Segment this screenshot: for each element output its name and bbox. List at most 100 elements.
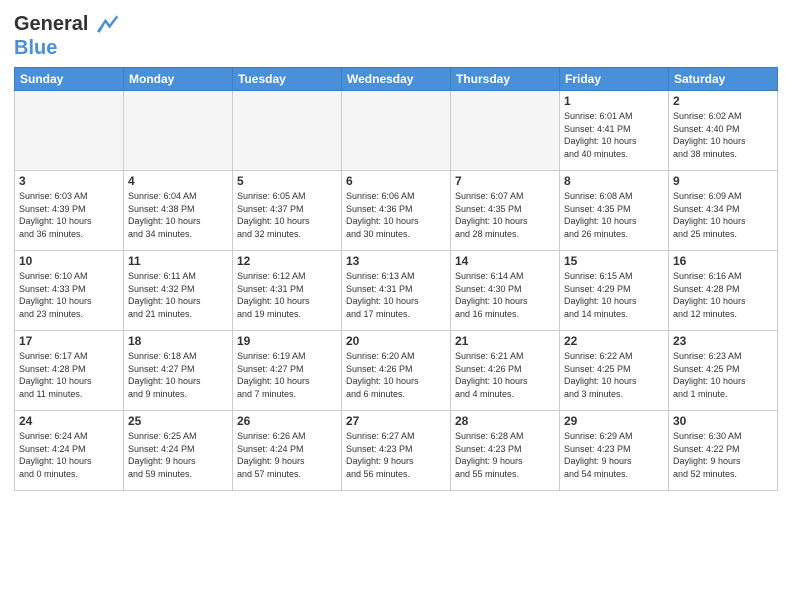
calendar-week-5: 24 Sunrise: 6:24 AM Sunset: 4:24 PM Dayli… (15, 411, 778, 491)
day-info: Sunrise: 6:19 AM Sunset: 4:27 PM Dayligh… (237, 350, 337, 400)
calendar-cell: 1 Sunrise: 6:01 AM Sunset: 4:41 PM Daylig… (560, 91, 669, 171)
day-info: Sunrise: 6:22 AM Sunset: 4:25 PM Dayligh… (564, 350, 664, 400)
calendar-cell: 9Sunrise: 6:09 AM Sunset: 4:34 PM Daylig… (669, 171, 778, 251)
calendar-cell: 24 Sunrise: 6:24 AM Sunset: 4:24 PM Dayli… (15, 411, 124, 491)
day-number: 15 (564, 254, 664, 268)
day-info: Sunrise: 6:20 AM Sunset: 4:26 PM Dayligh… (346, 350, 446, 400)
weekday-header-saturday: Saturday (669, 68, 778, 91)
calendar-table: SundayMondayTuesdayWednesdayThursdayFrid… (14, 67, 778, 491)
day-number: 30 (673, 414, 773, 428)
day-number: 3 (19, 174, 119, 188)
day-number: 13 (346, 254, 446, 268)
day-number: 25 (128, 414, 228, 428)
day-info: Sunrise: 6:16 AM Sunset: 4:28 PM Dayligh… (673, 270, 773, 320)
calendar-cell: 8 Sunrise: 6:08 AM Sunset: 4:35 PM Daylig… (560, 171, 669, 251)
calendar-cell (342, 91, 451, 171)
calendar-cell: 5 Sunrise: 6:05 AM Sunset: 4:37 PM Daylig… (233, 171, 342, 251)
weekday-header-friday: Friday (560, 68, 669, 91)
calendar-cell: 12 Sunrise: 6:12 AM Sunset: 4:31 PM Dayli… (233, 251, 342, 331)
day-info: Sunrise: 6:29 AM Sunset: 4:23 PM Dayligh… (564, 430, 664, 480)
calendar-cell (451, 91, 560, 171)
calendar-cell: 4 Sunrise: 6:04 AM Sunset: 4:38 PM Daylig… (124, 171, 233, 251)
calendar-cell: 13 Sunrise: 6:13 AM Sunset: 4:31 PM Dayli… (342, 251, 451, 331)
day-info: Sunrise: 6:06 AM Sunset: 4:36 PM Dayligh… (346, 190, 446, 240)
day-info: Sunrise: 6:05 AM Sunset: 4:37 PM Dayligh… (237, 190, 337, 240)
day-info: Sunrise: 6:17 AM Sunset: 4:28 PM Dayligh… (19, 350, 119, 400)
day-number: 1 (564, 94, 664, 108)
day-number: 24 (19, 414, 119, 428)
calendar-cell: 11Sunrise: 6:11 AM Sunset: 4:32 PM Dayli… (124, 251, 233, 331)
calendar-cell (233, 91, 342, 171)
calendar-cell: 16 Sunrise: 6:16 AM Sunset: 4:28 PM Dayli… (669, 251, 778, 331)
day-number: 6 (346, 174, 446, 188)
day-info: Sunrise: 6:10 AM Sunset: 4:33 PM Dayligh… (19, 270, 119, 320)
calendar-cell: 3 Sunrise: 6:03 AM Sunset: 4:39 PM Daylig… (15, 171, 124, 251)
day-number: 20 (346, 334, 446, 348)
day-info: Sunrise: 6:28 AM Sunset: 4:23 PM Dayligh… (455, 430, 555, 480)
day-number: 5 (237, 174, 337, 188)
calendar-cell: 10 Sunrise: 6:10 AM Sunset: 4:33 PM Dayli… (15, 251, 124, 331)
day-info: Sunrise: 6:26 AM Sunset: 4:24 PM Dayligh… (237, 430, 337, 480)
calendar-cell: 18Sunrise: 6:18 AM Sunset: 4:27 PM Dayli… (124, 331, 233, 411)
calendar-cell: 27Sunrise: 6:27 AM Sunset: 4:23 PM Dayli… (342, 411, 451, 491)
day-number: 2 (673, 94, 773, 108)
day-info: Sunrise: 6:24 AM Sunset: 4:24 PM Dayligh… (19, 430, 119, 480)
day-info: Sunrise: 6:12 AM Sunset: 4:31 PM Dayligh… (237, 270, 337, 320)
calendar-cell: 14 Sunrise: 6:14 AM Sunset: 4:30 PM Dayli… (451, 251, 560, 331)
day-number: 29 (564, 414, 664, 428)
day-number: 28 (455, 414, 555, 428)
day-info: Sunrise: 6:04 AM Sunset: 4:38 PM Dayligh… (128, 190, 228, 240)
calendar-cell: 17 Sunrise: 6:17 AM Sunset: 4:28 PM Dayli… (15, 331, 124, 411)
day-info: Sunrise: 6:01 AM Sunset: 4:41 PM Dayligh… (564, 110, 664, 160)
day-number: 4 (128, 174, 228, 188)
calendar-week-4: 17 Sunrise: 6:17 AM Sunset: 4:28 PM Dayli… (15, 331, 778, 411)
calendar-cell: 20 Sunrise: 6:20 AM Sunset: 4:26 PM Dayli… (342, 331, 451, 411)
day-info: Sunrise: 6:11 AM Sunset: 4:32 PM Dayligh… (128, 270, 228, 320)
weekday-header-monday: Monday (124, 68, 233, 91)
calendar-week-1: 1 Sunrise: 6:01 AM Sunset: 4:41 PM Daylig… (15, 91, 778, 171)
day-number: 23 (673, 334, 773, 348)
weekday-header-wednesday: Wednesday (342, 68, 451, 91)
day-number: 14 (455, 254, 555, 268)
day-info: Sunrise: 6:25 AM Sunset: 4:24 PM Dayligh… (128, 430, 228, 480)
day-number: 9 (673, 174, 773, 188)
calendar-cell (15, 91, 124, 171)
calendar-cell: 7Sunrise: 6:07 AM Sunset: 4:35 PM Daylig… (451, 171, 560, 251)
logo-bird-icon (90, 10, 118, 38)
day-number: 8 (564, 174, 664, 188)
day-number: 10 (19, 254, 119, 268)
calendar-cell: 30Sunrise: 6:30 AM Sunset: 4:22 PM Dayli… (669, 411, 778, 491)
calendar-cell: 15 Sunrise: 6:15 AM Sunset: 4:29 PM Dayli… (560, 251, 669, 331)
day-info: Sunrise: 6:18 AM Sunset: 4:27 PM Dayligh… (128, 350, 228, 400)
day-number: 7 (455, 174, 555, 188)
page: General Blue SundayMondayTuesdayWednesda… (0, 0, 792, 612)
weekday-header-thursday: Thursday (451, 68, 560, 91)
day-info: Sunrise: 6:23 AM Sunset: 4:25 PM Dayligh… (673, 350, 773, 400)
day-info: Sunrise: 6:03 AM Sunset: 4:39 PM Dayligh… (19, 190, 119, 240)
weekday-header-sunday: Sunday (15, 68, 124, 91)
logo: General Blue (14, 10, 118, 59)
calendar-cell: 21Sunrise: 6:21 AM Sunset: 4:26 PM Dayli… (451, 331, 560, 411)
day-number: 19 (237, 334, 337, 348)
day-number: 17 (19, 334, 119, 348)
day-info: Sunrise: 6:08 AM Sunset: 4:35 PM Dayligh… (564, 190, 664, 240)
calendar-cell: 19 Sunrise: 6:19 AM Sunset: 4:27 PM Dayli… (233, 331, 342, 411)
day-info: Sunrise: 6:14 AM Sunset: 4:30 PM Dayligh… (455, 270, 555, 320)
day-info: Sunrise: 6:21 AM Sunset: 4:26 PM Dayligh… (455, 350, 555, 400)
logo-general: General (14, 13, 88, 35)
calendar-cell: 2Sunrise: 6:02 AM Sunset: 4:40 PM Daylig… (669, 91, 778, 171)
day-number: 12 (237, 254, 337, 268)
calendar-cell: 28 Sunrise: 6:28 AM Sunset: 4:23 PM Dayli… (451, 411, 560, 491)
calendar-cell (124, 91, 233, 171)
day-number: 27 (346, 414, 446, 428)
day-info: Sunrise: 6:15 AM Sunset: 4:29 PM Dayligh… (564, 270, 664, 320)
calendar-cell: 29 Sunrise: 6:29 AM Sunset: 4:23 PM Dayli… (560, 411, 669, 491)
day-number: 16 (673, 254, 773, 268)
day-number: 22 (564, 334, 664, 348)
header: General Blue (14, 10, 778, 59)
calendar-cell: 23 Sunrise: 6:23 AM Sunset: 4:25 PM Dayli… (669, 331, 778, 411)
logo-blue: Blue (14, 38, 118, 59)
calendar-cell: 22 Sunrise: 6:22 AM Sunset: 4:25 PM Dayli… (560, 331, 669, 411)
day-info: Sunrise: 6:13 AM Sunset: 4:31 PM Dayligh… (346, 270, 446, 320)
calendar-week-3: 10 Sunrise: 6:10 AM Sunset: 4:33 PM Dayli… (15, 251, 778, 331)
